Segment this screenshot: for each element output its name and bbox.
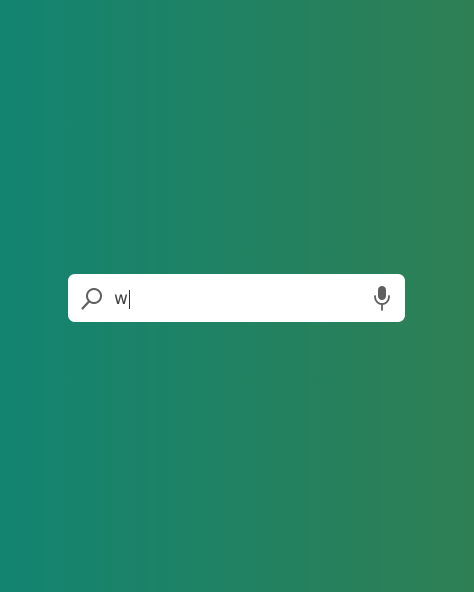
search-icon: [81, 288, 102, 310]
text-caret: [128, 289, 131, 309]
search-bar[interactable]: w: [68, 274, 405, 322]
search-input[interactable]: w: [114, 286, 344, 312]
microphone-icon[interactable]: [373, 285, 391, 311]
search-input-value: w: [114, 289, 128, 309]
